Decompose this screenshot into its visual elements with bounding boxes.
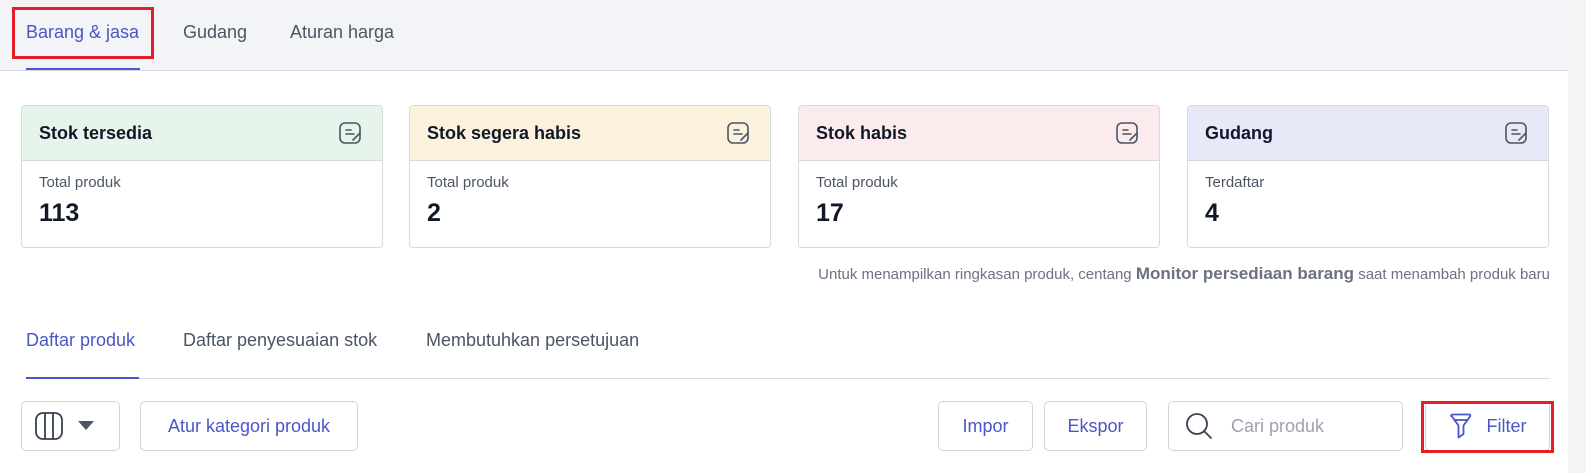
card-header: Stok habis — [799, 106, 1159, 161]
tab-aturan-harga[interactable]: Aturan harga — [290, 22, 394, 43]
filter-icon — [1449, 413, 1471, 439]
card-value: 17 — [816, 199, 844, 227]
search-field[interactable] — [1168, 401, 1403, 451]
card-header: Gudang — [1188, 106, 1548, 161]
ekspor-label: Ekspor — [1067, 415, 1124, 436]
card-subtitle: Total produk — [816, 174, 898, 191]
tab-barang-jasa[interactable]: Barang & jasa — [26, 22, 139, 43]
hint-prefix: Untuk menampilkan ringkasan produk, cent… — [818, 266, 1132, 283]
tab-daftar-produk[interactable]: Daftar produk — [26, 330, 135, 351]
card-value: 4 — [1205, 199, 1219, 227]
atur-kategori-label: Atur kategori produk — [167, 415, 331, 436]
hint-emphasis: Monitor persediaan barang — [1135, 264, 1355, 283]
active-tab-indicator — [26, 68, 140, 70]
tab-daftar-penyesuaian-stok[interactable]: Daftar penyesuaian stok — [183, 330, 377, 351]
hint-suffix: saat menambah produk baru — [1358, 266, 1550, 283]
chevron-down-icon — [78, 421, 94, 430]
card-gudang: Gudang Terdaftar 4 — [1187, 105, 1549, 248]
atur-kategori-produk-button[interactable]: Atur kategori produk — [140, 401, 358, 451]
summary-hint: Untuk menampilkan ringkasan produk, cent… — [818, 264, 1550, 284]
ekspor-button[interactable]: Ekspor — [1044, 401, 1147, 451]
tab-gudang[interactable]: Gudang — [183, 22, 247, 43]
tab-divider — [26, 378, 1550, 379]
card-title: Stok habis — [816, 122, 908, 143]
search-icon — [1186, 413, 1212, 439]
card-subtitle: Terdaftar — [1205, 174, 1265, 191]
report-icon[interactable] — [1503, 120, 1529, 146]
card-value: 113 — [39, 199, 80, 227]
card-title: Stok tersedia — [39, 122, 153, 143]
active-subtab-indicator — [26, 377, 139, 379]
card-subtitle: Total produk — [427, 174, 509, 191]
column-toggle-button[interactable] — [21, 401, 120, 451]
report-icon[interactable] — [337, 120, 363, 146]
card-stok-habis: Stok habis Total produk 17 — [798, 105, 1160, 248]
card-subtitle: Total produk — [39, 174, 121, 191]
filter-button[interactable]: Filter — [1425, 401, 1550, 451]
card-header: Stok segera habis — [410, 106, 770, 161]
scrollbar-track[interactable] — [1568, 0, 1586, 473]
card-value: 2 — [427, 199, 441, 227]
filter-label: Filter — [1486, 415, 1527, 436]
card-title: Stok segera habis — [427, 122, 582, 143]
impor-button[interactable]: Impor — [938, 401, 1033, 451]
card-header: Stok tersedia — [22, 106, 382, 161]
search-input[interactable] — [1231, 415, 1401, 437]
columns-icon — [35, 412, 63, 440]
report-icon[interactable] — [725, 120, 751, 146]
report-icon[interactable] — [1114, 120, 1140, 146]
card-title: Gudang — [1205, 122, 1273, 143]
card-stok-segera-habis: Stok segera habis Total produk 2 — [409, 105, 771, 248]
card-stok-tersedia: Stok tersedia Total produk 113 — [21, 105, 383, 248]
tab-membutuhkan-persetujuan[interactable]: Membutuhkan persetujuan — [426, 330, 639, 351]
impor-label: Impor — [962, 415, 1009, 436]
